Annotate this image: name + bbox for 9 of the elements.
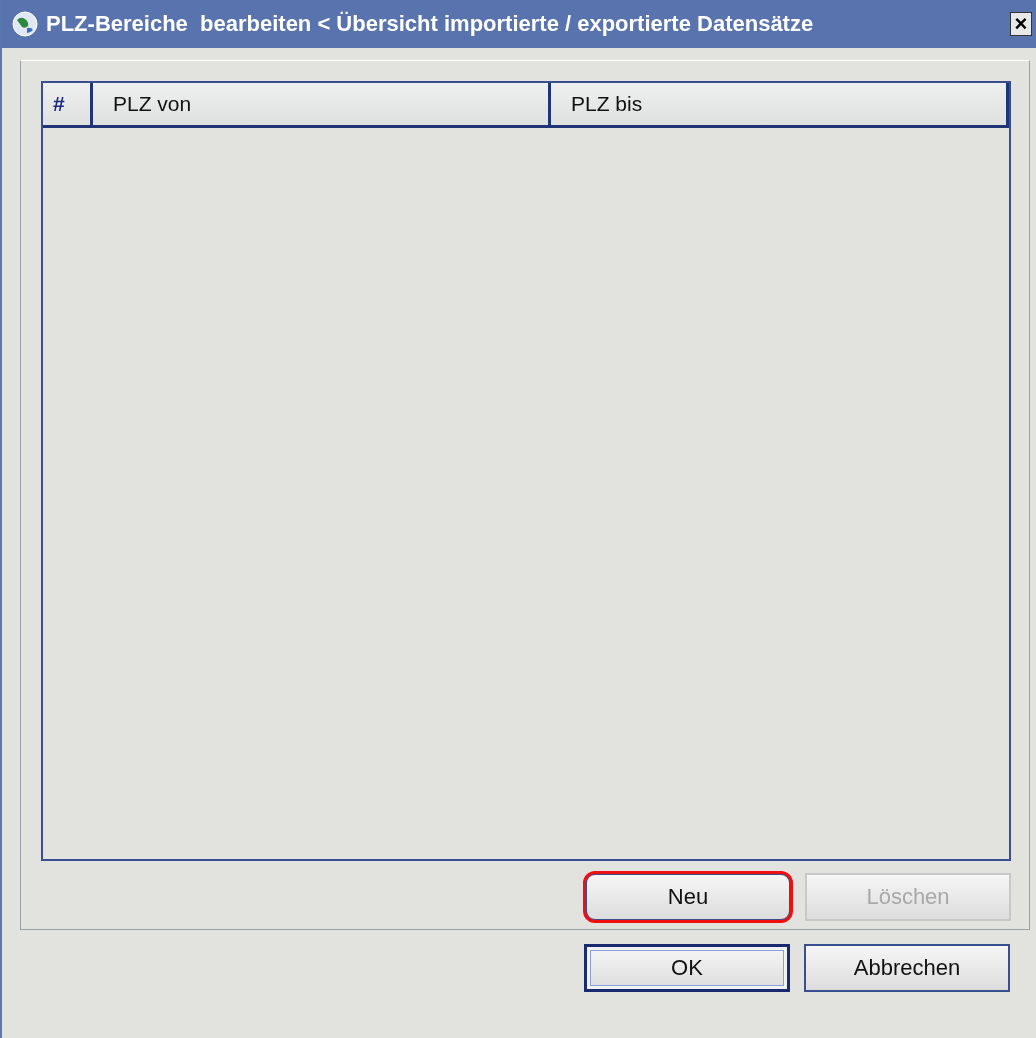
close-button[interactable]: × xyxy=(1010,12,1032,36)
window-title: PLZ-Bereiche bearbeiten < Übersicht importierte / exportierte Datensätze xyxy=(46,11,815,37)
ok-button[interactable]: OK xyxy=(584,944,790,992)
new-button[interactable]: Neu xyxy=(585,873,791,921)
globe-icon xyxy=(12,11,38,37)
column-header[interactable]: PLZ von xyxy=(93,83,551,125)
cancel-button[interactable]: Abbrechen xyxy=(804,944,1010,992)
column-header[interactable]: PLZ bis xyxy=(551,83,1009,125)
column-header[interactable]: # xyxy=(43,83,93,125)
